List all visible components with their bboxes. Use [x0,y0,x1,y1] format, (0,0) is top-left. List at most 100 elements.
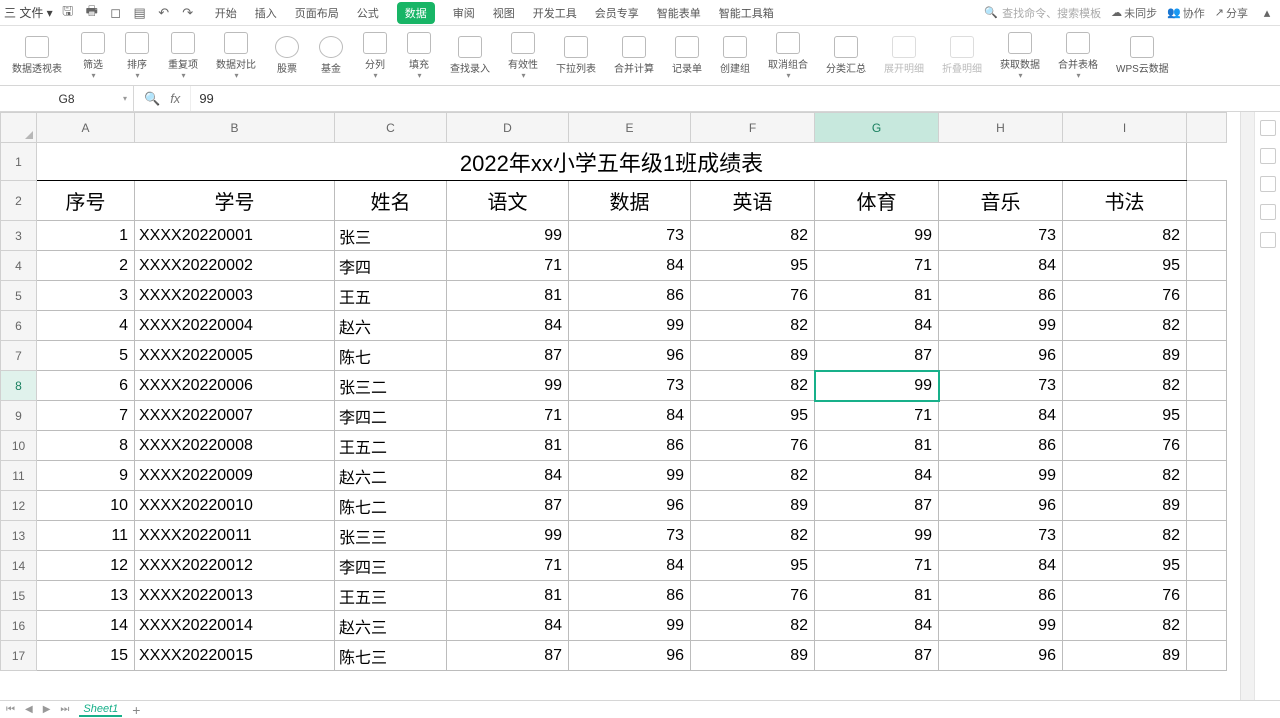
share-link[interactable]: ↗ 分享 [1215,5,1248,21]
tab-nav-prev[interactable]: ◀ [25,704,33,715]
cell-A9[interactable]: 7 [37,401,135,431]
name-box[interactable]: G8 [0,86,134,111]
cell-D13[interactable]: 99 [447,521,569,551]
cell-A17[interactable]: 15 [37,641,135,671]
col-F-header[interactable]: 英语 [691,181,815,221]
cell-B12[interactable]: XXXX20220010 [135,491,335,521]
cell-D10[interactable]: 81 [447,431,569,461]
cell-A8[interactable]: 6 [37,371,135,401]
row-header-5[interactable]: 5 [1,281,37,311]
undo-icon[interactable]: ↶ [155,4,173,22]
row-header-6[interactable]: 6 [1,311,37,341]
cell-G16[interactable]: 84 [815,611,939,641]
cell-C10[interactable]: 王五二 [335,431,447,461]
cell-E12[interactable]: 96 [569,491,691,521]
cell-E10[interactable]: 86 [569,431,691,461]
cell-D17[interactable]: 87 [447,641,569,671]
cell-H3[interactable]: 73 [939,221,1063,251]
cell-A5[interactable]: 3 [37,281,135,311]
cell-B5[interactable]: XXXX20220003 [135,281,335,311]
menu-tab-0[interactable]: 开始 [215,5,237,21]
cell-B11[interactable]: XXXX20220009 [135,461,335,491]
tab-nav-last[interactable]: ⏭ [60,704,69,715]
menu-tab-6[interactable]: 视图 [493,5,515,21]
cell-I14[interactable]: 95 [1063,551,1187,581]
cell-C9[interactable]: 李四二 [335,401,447,431]
cell-I7[interactable]: 89 [1063,341,1187,371]
cell-G10[interactable]: 81 [815,431,939,461]
cell-D4[interactable]: 71 [447,251,569,281]
cell-C7[interactable]: 陈七 [335,341,447,371]
ribbon-重复项[interactable]: 重复项 [162,30,204,82]
ribbon-排序[interactable]: 排序 [118,30,156,82]
cell-F5[interactable]: 76 [691,281,815,311]
row-header-9[interactable]: 9 [1,401,37,431]
ribbon-记录单[interactable]: 记录单 [666,34,708,77]
col-H-header[interactable]: 音乐 [939,181,1063,221]
menu-tab-4[interactable]: 数据 [397,2,435,24]
cell-H8[interactable]: 73 [939,371,1063,401]
preview-icon[interactable]: ◻ [107,4,125,22]
cell-F3[interactable]: 82 [691,221,815,251]
coop-link[interactable]: 👥 协作 [1167,5,1205,21]
sync-status[interactable]: ☁ 未同步 [1111,5,1157,21]
row-header-14[interactable]: 14 [1,551,37,581]
cell-B9[interactable]: XXXX20220007 [135,401,335,431]
col-header-B[interactable]: B [135,113,335,143]
cell-H6[interactable]: 99 [939,311,1063,341]
cell-F7[interactable]: 89 [691,341,815,371]
cell-H16[interactable]: 99 [939,611,1063,641]
row-header-4[interactable]: 4 [1,251,37,281]
search-fx-icon[interactable]: 🔍 [144,91,160,107]
col-header-D[interactable]: D [447,113,569,143]
vertical-scrollbar[interactable] [1240,112,1254,700]
cell-A13[interactable]: 11 [37,521,135,551]
cell-B13[interactable]: XXXX20220011 [135,521,335,551]
cell-B4[interactable]: XXXX20220002 [135,251,335,281]
cell-C16[interactable]: 赵六三 [335,611,447,641]
cell-F11[interactable]: 82 [691,461,815,491]
row-header-2[interactable]: 2 [1,181,37,221]
row-header-1[interactable]: 1 [1,143,37,181]
cell-B17[interactable]: XXXX20220015 [135,641,335,671]
sheet-tab-1[interactable]: Sheet1 [79,703,122,717]
cell-B8[interactable]: XXXX20220006 [135,371,335,401]
ribbon-数据透视表[interactable]: 数据透视表 [6,34,68,77]
cell-E13[interactable]: 73 [569,521,691,551]
cell-I12[interactable]: 89 [1063,491,1187,521]
cell-C3[interactable]: 张三 [335,221,447,251]
cell-H11[interactable]: 99 [939,461,1063,491]
cell-I16[interactable]: 82 [1063,611,1187,641]
row-header-11[interactable]: 11 [1,461,37,491]
cell-H14[interactable]: 84 [939,551,1063,581]
cell-A11[interactable]: 9 [37,461,135,491]
cell-B6[interactable]: XXXX20220004 [135,311,335,341]
cell-G11[interactable]: 84 [815,461,939,491]
cell-I10[interactable]: 76 [1063,431,1187,461]
row-header-3[interactable]: 3 [1,221,37,251]
menu-tab-9[interactable]: 智能表单 [657,5,701,21]
col-header-E[interactable]: E [569,113,691,143]
cell-G5[interactable]: 81 [815,281,939,311]
ribbon-分列[interactable]: 分列 [356,30,394,82]
cell-B14[interactable]: XXXX20220012 [135,551,335,581]
ribbon-股票[interactable]: 股票 [268,34,306,77]
cell-F17[interactable]: 89 [691,641,815,671]
col-E-header[interactable]: 数据 [569,181,691,221]
cell-D12[interactable]: 87 [447,491,569,521]
row-header-10[interactable]: 10 [1,431,37,461]
cell-A10[interactable]: 8 [37,431,135,461]
cell-D6[interactable]: 84 [447,311,569,341]
cell-E4[interactable]: 84 [569,251,691,281]
cell-E3[interactable]: 73 [569,221,691,251]
col-C-header[interactable]: 姓名 [335,181,447,221]
cell-D15[interactable]: 81 [447,581,569,611]
cell-C14[interactable]: 李四三 [335,551,447,581]
tab-nav-next[interactable]: ▶ [43,704,51,715]
cell-F16[interactable]: 82 [691,611,815,641]
cell-H7[interactable]: 96 [939,341,1063,371]
cell-D14[interactable]: 71 [447,551,569,581]
row-header-12[interactable]: 12 [1,491,37,521]
sidepanel-help-icon[interactable] [1260,176,1276,192]
cell-I8[interactable]: 82 [1063,371,1187,401]
